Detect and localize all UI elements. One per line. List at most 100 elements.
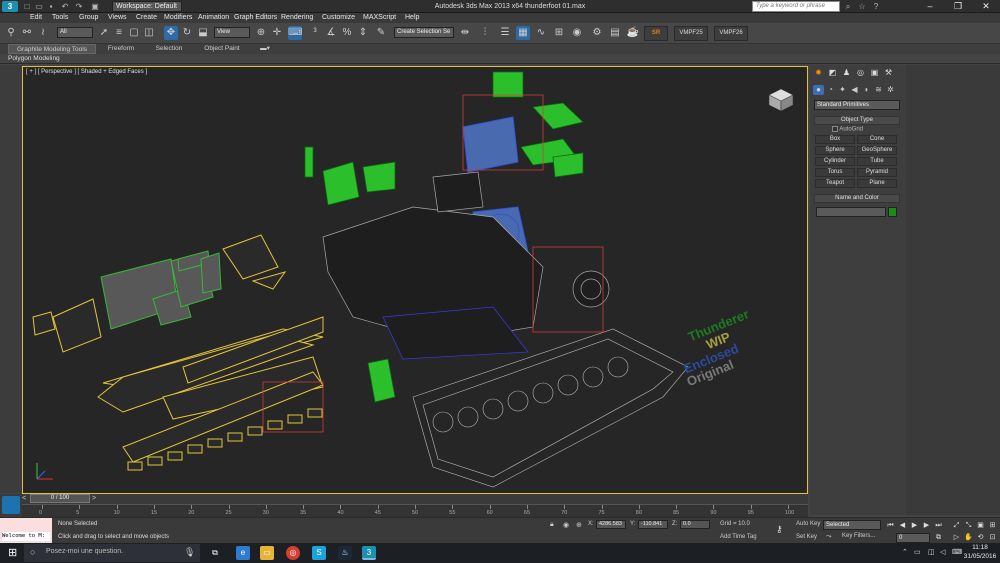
current-frame-field[interactable]: 0 (896, 533, 930, 543)
vray-framebuffer-26-button[interactable]: VMPF26 (714, 26, 748, 41)
zoom-extents-icon[interactable]: ⤢ (952, 521, 961, 530)
edit-named-selection-icon[interactable]: ✎ (374, 26, 388, 40)
utilities-tab-icon[interactable]: ⚒ (883, 68, 894, 78)
y-coordinate-field[interactable]: -110.841 (638, 520, 668, 529)
pyramid-button[interactable]: Pyramid (857, 168, 897, 177)
angle-snap-icon[interactable]: ∡ (324, 26, 338, 40)
menu-views[interactable]: Views (108, 13, 127, 23)
lock-selection-icon[interactable]: 🔒︎ (550, 521, 554, 529)
geosphere-button[interactable]: GeoSphere (857, 146, 897, 155)
box-button[interactable]: Box (815, 135, 855, 144)
menu-modifiers[interactable]: Modifiers (164, 13, 192, 23)
listener-output[interactable] (0, 518, 52, 530)
listener-input[interactable]: Welcome to M: (2, 532, 50, 541)
tab-selection[interactable]: Selection (148, 44, 190, 54)
vray-framebuffer-25-button[interactable]: VMPF25 (674, 26, 708, 41)
open-file-icon[interactable]: ▭ (34, 2, 44, 11)
cortana-search-box[interactable]: ○ Posez-moi une question. 🎙︎ (24, 544, 200, 562)
hierarchy-tab-icon[interactable]: ♟ (841, 68, 852, 78)
menu-graph-editors[interactable]: Graph Editors (234, 13, 277, 23)
workspace-selector[interactable]: Workspace: Default (112, 1, 182, 12)
schematic-view-icon[interactable]: ⊞ (552, 26, 566, 40)
default-in-out-icon[interactable]: ⤳ (826, 533, 832, 541)
material-editor-icon[interactable]: ◉ (570, 26, 584, 40)
auto-key-button[interactable]: Auto Key (796, 521, 820, 527)
cone-button[interactable]: Cone (857, 135, 897, 144)
space-warps-icon[interactable]: ≋ (873, 85, 884, 95)
help-search-input[interactable]: Type a keyword or phrase (752, 1, 840, 12)
cylinder-button[interactable]: Cylinder (815, 157, 855, 166)
play-icon[interactable]: ▶ (910, 521, 919, 530)
create-tab-icon[interactable]: ✹ (813, 68, 824, 78)
render-setup-icon[interactable]: ⚙ (590, 26, 604, 40)
zoom-all-icon[interactable]: ⤡ (964, 521, 973, 530)
named-selection-dropdown[interactable]: Create Selection Se (394, 27, 454, 38)
cameras-icon[interactable]: ◀ (849, 85, 860, 95)
battery-icon[interactable]: ▭ (914, 548, 921, 556)
track-bar[interactable]: 0 5 10 15 20 25 30 35 40 45 50 55 60 65 70 75 80 85 90 95 10… (22, 504, 808, 517)
tab-object-paint[interactable]: Object Paint (198, 44, 246, 54)
volume-icon[interactable]: ◁ (940, 548, 945, 556)
layer-manager-icon[interactable]: ☰ (498, 26, 512, 40)
x-coordinate-field[interactable]: 4286.583 (596, 520, 626, 529)
window-crossing-icon[interactable]: ◫ (142, 26, 156, 40)
restore-button[interactable]: ❐ (944, 0, 972, 13)
set-key-button[interactable]: Set Key (796, 534, 817, 540)
select-manipulate-icon[interactable]: ✛ (270, 26, 284, 40)
unlink-icon[interactable]: ⚯ (20, 26, 34, 40)
show-hidden-icons-icon[interactable]: ⌃ (902, 548, 908, 556)
lights-icon[interactable]: ✦ (837, 85, 848, 95)
z-coordinate-field[interactable]: 0.0 (680, 520, 710, 529)
motion-tab-icon[interactable]: ◎ (855, 68, 866, 78)
name-color-rollout[interactable]: Name and Color (814, 194, 900, 203)
redo-icon[interactable]: ↷ (74, 2, 84, 11)
graphite-toggle-icon[interactable]: ▦ (516, 26, 530, 40)
go-to-end-icon[interactable]: ⏭ (934, 521, 943, 530)
autogrid-checkbox[interactable]: AutoGrid (832, 126, 863, 133)
previous-frame-icon[interactable]: ◀ (898, 521, 907, 530)
keyboard-icon[interactable]: ⌨ (952, 548, 962, 556)
plane-button[interactable]: Plane (857, 179, 897, 188)
skype-icon[interactable]: S (312, 546, 326, 560)
favorites-icon[interactable]: ☆ (857, 2, 867, 11)
object-type-rollout[interactable]: Object Type (814, 116, 900, 125)
primitive-category-dropdown[interactable]: Standard Primitives (814, 100, 900, 110)
viewport-label[interactable]: [ + ] [ Perspective ] [ Shaded + Edged F… (26, 69, 147, 75)
clock-time[interactable]: 11:18 (962, 544, 998, 551)
undo-icon[interactable]: ↶ (60, 2, 70, 11)
helpers-icon[interactable]: ◗ (861, 85, 872, 95)
menu-maxscript[interactable]: MAXScript (363, 13, 396, 23)
select-object-icon[interactable]: ➚ (97, 26, 111, 40)
zoom-extents-all-icon[interactable]: ▣ (976, 521, 985, 530)
zoom-extents-selected-icon[interactable]: ⊞ (988, 521, 997, 530)
teapot-button[interactable]: Teapot (815, 179, 855, 188)
display-tab-icon[interactable]: ▣ (869, 68, 880, 78)
ribbon-options-icon[interactable]: ▬▾ (258, 44, 272, 54)
menu-edit[interactable]: Edit (30, 13, 42, 23)
time-config-icon[interactable]: ⧉ (934, 533, 943, 542)
reference-coord-dropdown[interactable]: View (214, 27, 250, 38)
modify-tab-icon[interactable]: ◩ (827, 68, 838, 78)
project-folder-icon[interactable]: ▣ (90, 2, 100, 11)
tab-graphite-modeling-tools[interactable]: Graphite Modeling Tools (8, 44, 96, 54)
perspective-viewport[interactable]: Thunderer WIP Enclosed Original [ + ] [ … (22, 66, 808, 494)
next-frame-icon[interactable]: > (92, 495, 98, 503)
orbit-icon[interactable]: ⟲ (976, 533, 985, 542)
new-file-icon[interactable]: □ (22, 2, 32, 11)
maxscript-listener-icon[interactable] (2, 496, 20, 514)
steam-icon[interactable]: ♨ (338, 546, 352, 560)
selection-filter-dropdown[interactable]: All (57, 27, 93, 38)
info-icon[interactable]: ? (871, 2, 881, 11)
pan-view-icon[interactable]: ✋ (964, 533, 973, 542)
save-file-icon[interactable]: ▪ (46, 2, 56, 11)
tube-button[interactable]: Tube (857, 157, 897, 166)
menu-customize[interactable]: Customize (322, 13, 355, 23)
maxscript-mini-listener[interactable]: Welcome to M: (0, 518, 52, 544)
select-scale-icon[interactable]: ⬓ (196, 26, 210, 40)
shapes-icon[interactable]: ◔ (825, 85, 836, 95)
curve-editor-icon[interactable]: ∿ (534, 26, 548, 40)
network-icon[interactable]: ◫ (928, 548, 935, 556)
time-slider[interactable]: 0 / 100 < > (22, 494, 808, 504)
keyboard-shortcut-override-icon[interactable]: ⌨ (288, 26, 302, 40)
time-slider-thumb[interactable]: 0 / 100 (30, 494, 90, 503)
